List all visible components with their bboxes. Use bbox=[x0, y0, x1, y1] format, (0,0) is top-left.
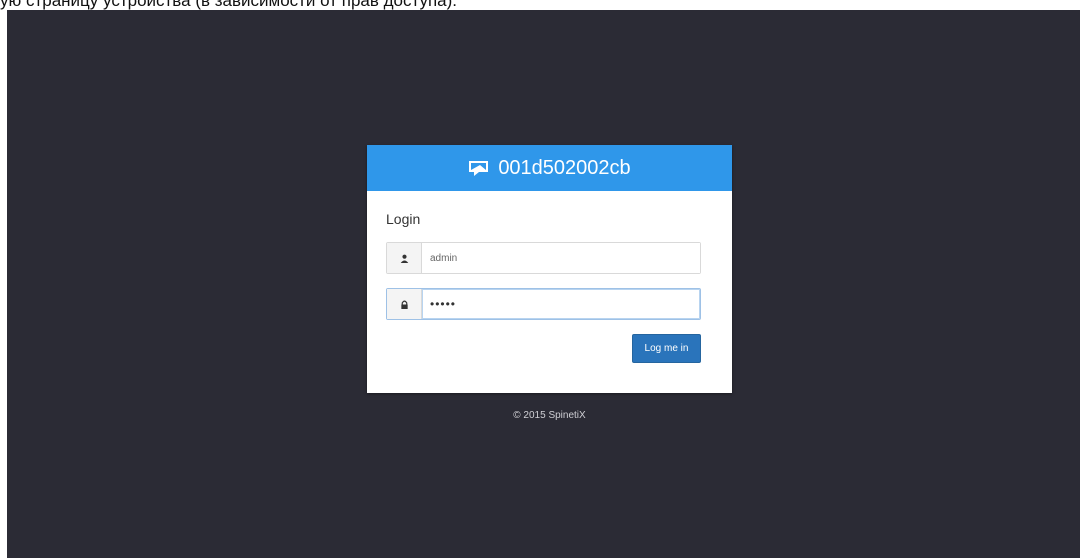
button-row: Log me in bbox=[386, 334, 701, 363]
user-icon bbox=[387, 243, 422, 273]
login-card: 001d502002cb Login admin ••••• Log me in bbox=[367, 145, 732, 393]
copyright-footer: © 2015 SpinetiX bbox=[513, 410, 586, 421]
device-title: 001d502002cb bbox=[498, 156, 631, 179]
password-group bbox=[386, 288, 701, 320]
card-header: 001d502002cb bbox=[367, 145, 732, 191]
device-monitor-icon bbox=[468, 160, 489, 177]
login-form: Login admin ••••• Log me in bbox=[367, 191, 732, 363]
username-group bbox=[386, 242, 701, 274]
form-title: Login bbox=[386, 211, 421, 227]
login-screen: 001d502002cb Login admin ••••• Log me in… bbox=[7, 10, 1080, 558]
password-input[interactable] bbox=[422, 289, 700, 319]
lock-icon bbox=[387, 289, 422, 319]
username-input[interactable] bbox=[422, 243, 700, 273]
login-button[interactable]: Log me in bbox=[632, 334, 701, 363]
